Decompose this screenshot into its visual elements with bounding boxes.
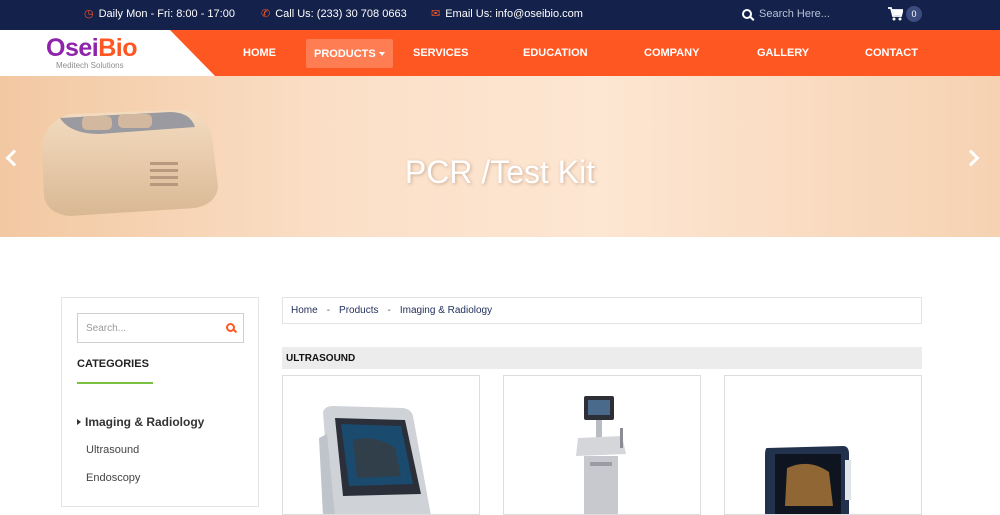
breadcrumb-imaging[interactable]: Imaging & Radiology (400, 305, 492, 316)
section-title: ULTRASOUND (282, 347, 922, 369)
phone-icon: ✆ (261, 7, 271, 20)
nav-gallery[interactable]: GALLERY (757, 30, 809, 76)
categories-underline (77, 382, 153, 384)
email-info[interactable]: ✉ Email Us: info@oseibio.com (431, 8, 583, 20)
nav-education[interactable]: EDUCATION (523, 30, 588, 76)
phone-text[interactable]: Call Us: (233) 30 708 0663 (275, 8, 406, 20)
sidebar-search-placeholder: Search... (86, 323, 127, 334)
caret-down-icon (378, 51, 385, 56)
hours-info: ◷ Daily Mon - Fri: 8:00 - 17:00 (84, 8, 235, 20)
clock-icon: ◷ (84, 7, 94, 20)
nav-services[interactable]: SERVICES (413, 30, 468, 76)
sidebar: Search... CATEGORIES Imaging & Radiology… (61, 297, 259, 507)
breadcrumb-separator: - (326, 305, 331, 316)
logo-bio: Bio (98, 34, 137, 62)
phone-info[interactable]: ✆ Call Us: (233) 30 708 0663 (261, 8, 407, 20)
nav-products-label: PRODUCTS (314, 47, 376, 60)
ultrasound-cart-image (576, 396, 626, 514)
subcategory-endoscopy[interactable]: Endoscopy (86, 472, 140, 484)
product-card[interactable] (282, 375, 480, 515)
breadcrumb-home[interactable]: Home (291, 305, 318, 316)
product-card[interactable] (503, 375, 701, 515)
cart-count-badge: 0 (906, 6, 922, 22)
search-icon[interactable] (742, 9, 752, 19)
category-imaging-radiology[interactable]: Imaging & Radiology (77, 415, 204, 429)
hours-text: Daily Mon - Fri: 8:00 - 17:00 (98, 8, 235, 20)
caret-right-icon (77, 419, 81, 425)
main-navbar: OseiBio Meditech Solutions HOME PRODUCTS… (0, 30, 1000, 76)
breadcrumb: Home - Products - Imaging & Radiology (282, 297, 922, 324)
envelope-icon: ✉ (431, 7, 441, 20)
nav-company[interactable]: COMPANY (644, 30, 699, 76)
breadcrumb-separator: - (387, 305, 391, 316)
nav-products[interactable]: PRODUCTS (306, 39, 393, 68)
nav-home[interactable]: HOME (243, 30, 276, 76)
cart-icon[interactable] (888, 7, 903, 21)
sidebar-search-input[interactable]: Search... (77, 313, 244, 343)
logo-osei: Osei (46, 34, 99, 62)
email-text[interactable]: Email Us: info@oseibio.com (445, 8, 583, 20)
hero-slider: PCR /Test Kit (0, 76, 1000, 237)
hero-title: PCR /Test Kit (404, 154, 596, 190)
logo-wordmark[interactable]: OseiBio (46, 34, 137, 63)
logo-tagline: Meditech Solutions (56, 61, 124, 70)
subcategory-ultrasound[interactable]: Ultrasound (86, 444, 139, 456)
category-imaging-label: Imaging & Radiology (85, 415, 205, 429)
nav-contact[interactable]: CONTACT (865, 30, 918, 76)
breadcrumb-products[interactable]: Products (339, 305, 378, 316)
logo[interactable]: OseiBio Meditech Solutions (0, 30, 215, 76)
search-icon[interactable] (226, 323, 235, 332)
top-info-bar: ◷ Daily Mon - Fri: 8:00 - 17:00 ✆ Call U… (0, 0, 1000, 30)
ultrasound-device-image (319, 406, 431, 514)
top-search-input[interactable]: Search Here... (759, 8, 830, 20)
top-search[interactable]: Search Here... (742, 8, 830, 20)
categories-heading: CATEGORIES (77, 358, 149, 370)
cart-button[interactable]: 0 (888, 6, 922, 22)
product-card[interactable] (724, 375, 922, 515)
portable-ultrasound-image (765, 446, 851, 514)
